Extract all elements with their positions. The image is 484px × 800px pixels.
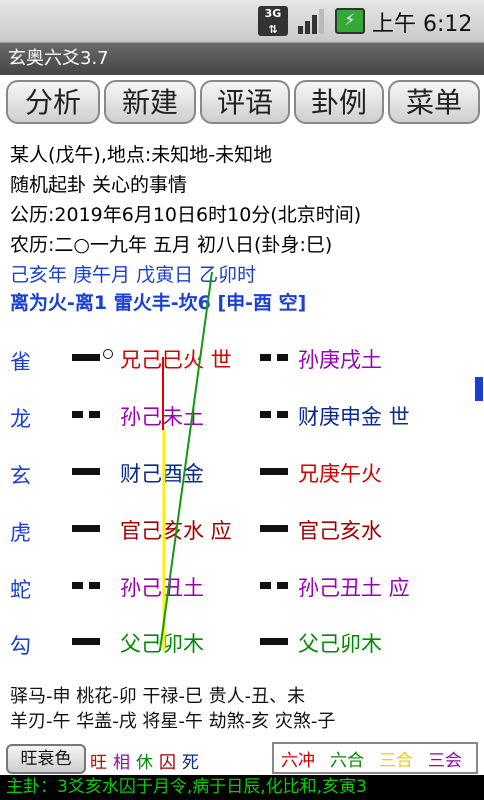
shensha-row-1: 驿马-申 桃花-卯 干禄-巳 贵人-丑、未 (10, 686, 306, 707)
state-si: 死 (182, 753, 199, 773)
state-xiu: 休 (136, 753, 153, 773)
tab-new[interactable]: 新建 (104, 80, 196, 124)
state-wang: 旺 (90, 753, 107, 773)
state-xiang: 相 (113, 753, 130, 773)
battery-charging-icon: ⚡ (335, 8, 365, 34)
relation-lines (159, 271, 213, 651)
analysis-content: 某人(戊午),地点:未知地-未知地 随机起卦 关心的事情 公历:2019年6月1… (0, 130, 484, 800)
relation-line-green (159, 271, 213, 651)
wangshuai-color-button[interactable]: 旺衰色 (6, 744, 86, 774)
tab-analysis[interactable]: 分析 (6, 80, 100, 124)
shensha-row-2: 羊刃-午 华盖-戌 将星-午 劫煞-亥 灾煞-子 (10, 711, 336, 732)
legend-liuchong: 六冲 (281, 751, 315, 771)
analysis-footer: 主卦：3爻亥水囚于月令,病于日辰,化比和,亥寅3 (0, 775, 484, 800)
network-3g-icon: 3G ⇅ (258, 6, 288, 36)
state-qiu: 囚 (159, 753, 176, 773)
tab-examples[interactable]: 卦例 (294, 80, 384, 124)
legend-sanhui: 三会 (428, 751, 462, 771)
legend-sanhe: 三合 (379, 751, 413, 771)
legend-liuhe: 六合 (330, 751, 364, 771)
tab-menu[interactable]: 菜单 (388, 80, 480, 124)
tab-bar: 分析 新建 评语 卦例 菜单 (0, 76, 484, 128)
status-bar: 3G ⇅ ⚡ 上午 6:12 (0, 0, 484, 43)
clock: 上午 6:12 (372, 12, 473, 37)
signal-strength-icon (298, 9, 324, 34)
app-title-bar: 玄奥六爻3.7 (0, 43, 484, 75)
network-label: 3G (264, 7, 282, 20)
tab-comments[interactable]: 评语 (200, 80, 290, 124)
